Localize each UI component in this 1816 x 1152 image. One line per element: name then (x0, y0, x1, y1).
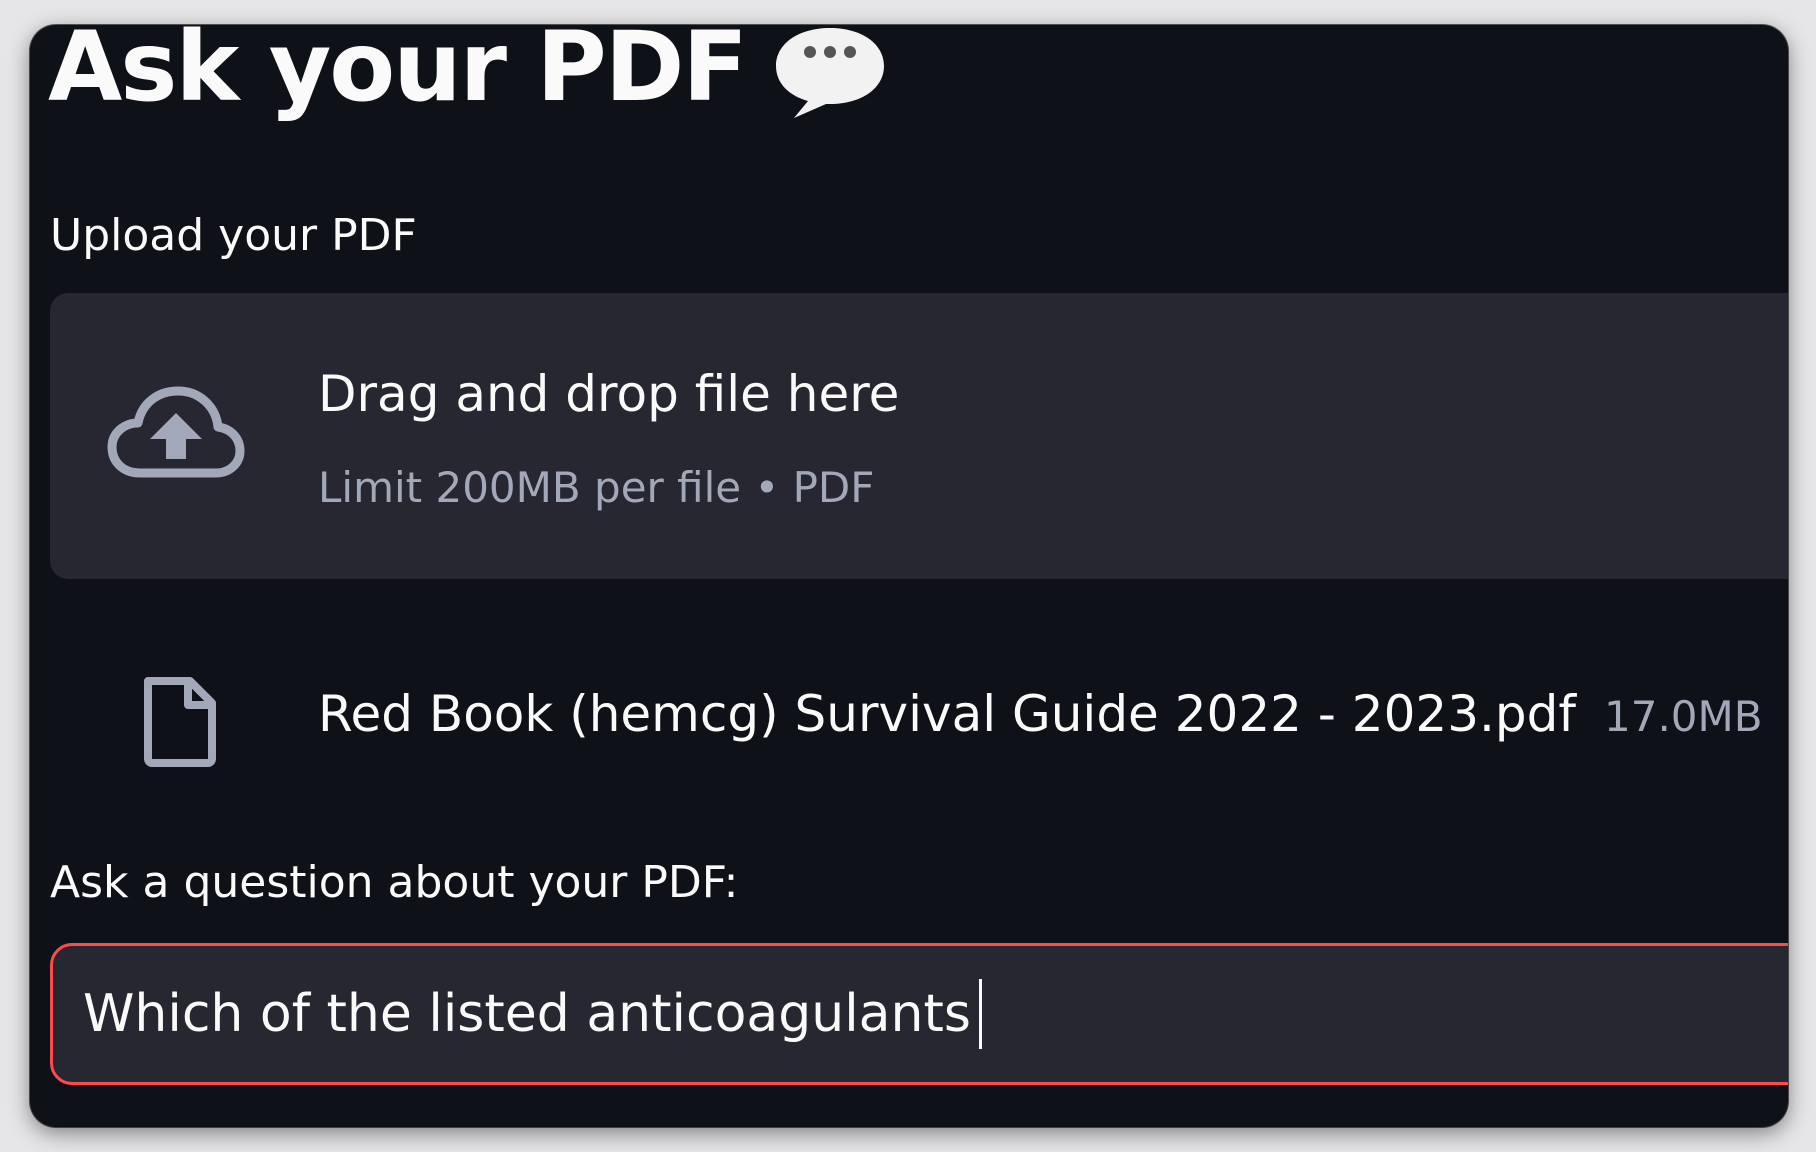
upload-label: Upload your PDF (50, 210, 417, 261)
page-title: Ask your PDF (48, 25, 748, 123)
dropzone-subtitle: Limit 200MB per file • PDF (318, 463, 875, 512)
text-caret (978, 979, 982, 1049)
file-icon (144, 677, 216, 767)
question-input[interactable]: Which of the listed anticoagulants (50, 943, 1788, 1085)
question-label: Ask a question about your PDF: (50, 857, 739, 908)
dropzone-title: Drag and drop file here (318, 365, 900, 423)
speech-bubble-icon (775, 28, 884, 118)
file-size: 17.0MB (1604, 692, 1763, 741)
uploaded-file-row: Red Book (hemcg) Survival Guide 2022 - 2… (50, 645, 1770, 795)
page-header: Ask your PDF (48, 25, 890, 137)
file-dropzone[interactable]: Drag and drop file here Limit 200MB per … (50, 293, 1788, 579)
cloud-upload-icon (107, 386, 245, 478)
question-input-value[interactable]: Which of the listed anticoagulants (83, 984, 971, 1044)
file-name-group: Red Book (hemcg) Survival Guide 2022 - 2… (318, 685, 1763, 743)
file-name: Red Book (hemcg) Survival Guide 2022 - 2… (318, 685, 1577, 743)
app-window: Ask your PDF Upload your PDF Drag and dr… (30, 25, 1788, 1127)
